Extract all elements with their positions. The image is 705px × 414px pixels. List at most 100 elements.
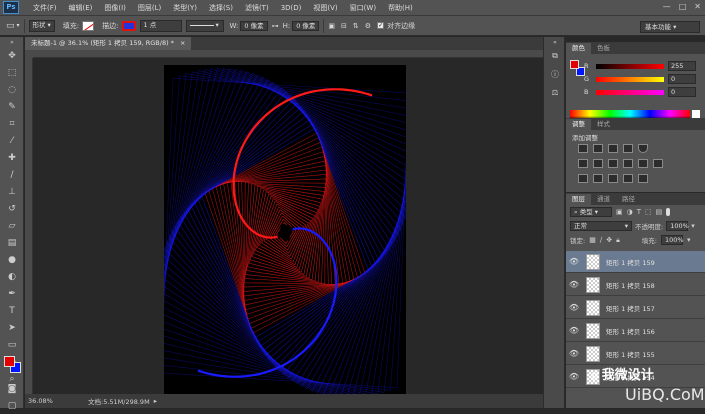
menu-edit[interactable]: 编辑(E) [63,0,99,16]
blur-tool-icon[interactable]: ● [0,251,24,268]
black-white-icon[interactable] [608,159,618,168]
eye-icon[interactable]: 👁︎ [566,326,582,335]
lasso-tool-icon[interactable]: ◌ [0,81,24,98]
move-tool-icon[interactable]: ✥ [0,47,24,64]
chevron-right-icon[interactable]: ▸ [154,397,157,405]
tab-color[interactable]: 颜色 [566,43,591,54]
blend-mode-dropdown[interactable]: 正常 ▾ [570,221,632,231]
g-value[interactable]: 0 [668,74,696,84]
r-slider[interactable] [596,64,664,69]
menu-help[interactable]: 帮助(H) [382,0,419,16]
tab-paths[interactable]: 路径 [616,194,641,205]
photo-filter-icon[interactable] [623,159,633,168]
close-button[interactable]: ✕ [694,2,701,11]
layer-row[interactable]: 👁︎ 矩形 1 拷贝 156 [566,320,705,342]
menu-select[interactable]: 选择(S) [203,0,239,16]
shape-tool-icon[interactable]: ▭ [0,336,24,353]
filter-toggle-icon[interactable] [666,208,671,216]
align-edges-checkbox[interactable]: ✓ [377,22,385,29]
r-value[interactable]: 255 [668,61,696,71]
smart-object-filter-icon[interactable]: ▤ [656,208,663,216]
fill-field[interactable]: 100% [661,235,684,245]
menu-image[interactable]: 图像(I) [98,0,132,16]
color-swatches[interactable] [4,356,24,376]
quick-mask-icon[interactable]: ◙ [0,380,24,397]
eyedropper-tool-icon[interactable]: ⁄ [0,132,24,149]
color-balance-icon[interactable] [593,159,603,168]
b-value[interactable]: 0 [668,87,696,97]
stroke-swatch[interactable] [121,20,136,31]
history-panel-icon[interactable]: ⧉ [544,47,566,65]
vibrance-icon[interactable] [638,144,648,153]
tab-channels[interactable]: 通道 [591,194,616,205]
gradient-map-icon[interactable] [623,174,633,183]
pixel-filter-icon[interactable]: ▣ [616,208,623,216]
tab-swatches[interactable]: 色板 [591,43,616,54]
tab-styles[interactable]: 样式 [591,119,616,130]
workspace-switcher[interactable]: 基本功能 ▾ [640,21,700,33]
link-icon[interactable]: ⊶ [272,22,279,30]
clone-stamp-tool-icon[interactable]: ⊥ [0,183,24,200]
curves-icon[interactable] [608,144,618,153]
levels-icon[interactable] [593,144,603,153]
maximize-button[interactable]: □ [679,2,687,11]
eye-icon[interactable]: 👁︎ [566,372,582,381]
type-tool-icon[interactable]: T [0,302,24,319]
foreground-color-swatch[interactable] [570,60,579,69]
type-filter-icon[interactable]: T [637,208,641,216]
path-operations-icon[interactable]: ▣ [328,22,335,30]
menu-3d[interactable]: 3D(D) [275,0,308,16]
layer-row[interactable]: 👁︎ 矩形 1 拷贝 159 [566,251,705,273]
eye-icon[interactable]: 👁︎ [566,349,582,358]
quick-select-tool-icon[interactable]: ✎ [0,98,24,115]
collapse-toolbox-icon[interactable]: » [0,37,24,47]
invert-icon[interactable] [578,174,588,183]
width-field[interactable]: 0 像素 [240,20,268,31]
tab-adjustments[interactable]: 调整 [566,119,591,130]
minimize-button[interactable]: — [663,2,671,11]
canvas[interactable] [152,65,418,399]
path-alignment-icon[interactable]: ⊟ [341,22,347,30]
gradient-tool-icon[interactable]: ▤ [0,234,24,251]
dodge-tool-icon[interactable]: ◐ [0,268,24,285]
eraser-tool-icon[interactable]: ▱ [0,217,24,234]
eye-icon[interactable]: 👁︎ [566,257,582,266]
lock-transparent-icon[interactable]: ▦ [589,236,596,244]
path-selection-tool-icon[interactable]: ➤ [0,319,24,336]
eye-icon[interactable]: 👁︎ [566,303,582,312]
menu-layer[interactable]: 图层(L) [132,0,167,16]
shape-mode-dropdown[interactable]: 形状 ▾ [28,19,55,32]
lock-position-icon[interactable]: ✥ [606,236,612,244]
color-lookup-icon[interactable] [653,159,663,168]
selective-color-icon[interactable] [638,174,648,183]
chevron-down-icon[interactable]: ▾ [691,222,695,230]
b-slider[interactable] [596,90,664,95]
marquee-tool-icon[interactable]: ⬚ [0,64,24,81]
expand-panels-icon[interactable]: « [544,37,566,47]
opacity-field[interactable]: 100% [666,221,689,231]
stroke-width-field[interactable]: 1 点 [139,19,182,32]
properties-panel-icon[interactable]: ⚖ [544,83,566,101]
screen-mode-icon[interactable]: ▢ [0,397,24,414]
threshold-icon[interactable] [608,174,618,183]
chevron-down-icon[interactable]: ▾ [687,236,691,244]
lock-paint-icon[interactable]: ∕ [600,236,602,244]
menu-window[interactable]: 窗口(W) [344,0,382,16]
shape-filter-icon[interactable]: ⬚ [645,208,652,216]
g-slider[interactable] [596,77,664,82]
tool-preset-picker[interactable]: ▭ ▾ [6,16,20,36]
layer-row[interactable]: 👁︎ 矩形 1 拷贝 155 [566,343,705,365]
menu-filter[interactable]: 滤镜(T) [239,0,275,16]
tab-layers[interactable]: 图层 [566,194,591,205]
posterize-icon[interactable] [593,174,603,183]
menu-view[interactable]: 视图(V) [307,0,343,16]
healing-brush-tool-icon[interactable]: ✚ [0,149,24,166]
menu-file[interactable]: 文件(F) [27,0,63,16]
document-tab[interactable]: 未标题-1 @ 36.1% (矩形 1 拷贝 159, RGB/8) * × [25,37,192,50]
zoom-level[interactable]: 36.08% [28,397,68,405]
exposure-icon[interactable] [623,144,633,153]
layer-kind-dropdown[interactable]: ⌕ 类型 ▾ [570,207,612,217]
brush-tool-icon[interactable]: ∕ [0,166,24,183]
close-icon[interactable]: × [180,39,185,47]
layer-row[interactable]: 👁︎ 矩形 1 拷贝 157 [566,297,705,319]
